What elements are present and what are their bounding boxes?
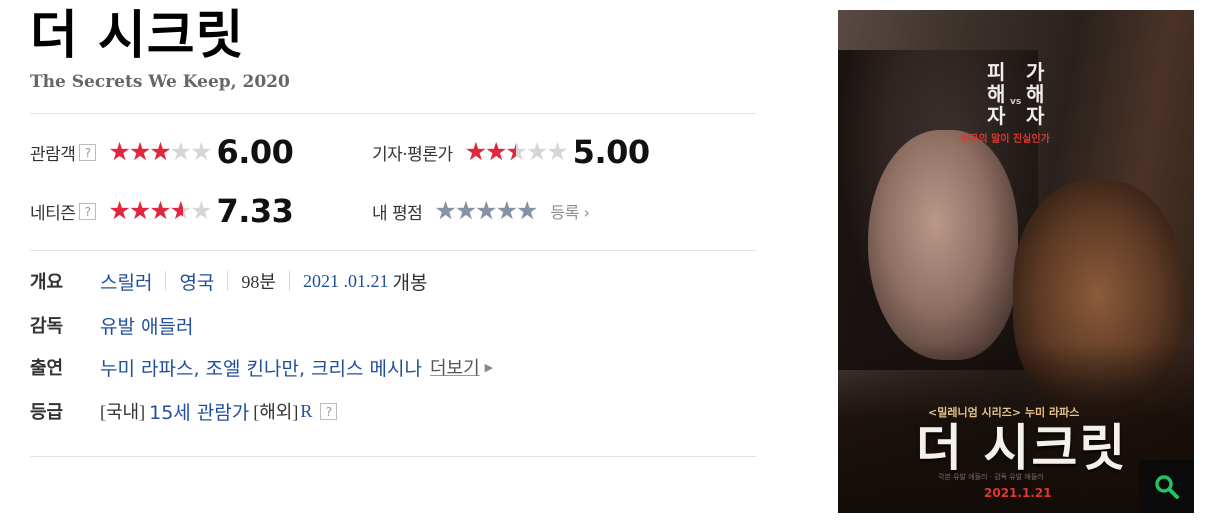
magnifier-icon bbox=[1155, 475, 1179, 499]
critics-label: 기자·평론가 bbox=[372, 144, 453, 165]
foreign-prefix: [해외] bbox=[253, 402, 299, 422]
critics-score: 5.00 bbox=[572, 133, 650, 171]
divider bbox=[30, 456, 756, 457]
director-link[interactable]: 유발 애들러 bbox=[100, 312, 193, 339]
overview-row: 개요 스릴러 영국 98분 2021 .01.21 개봉 bbox=[30, 266, 427, 296]
triangle-right-icon: ▶ bbox=[484, 360, 494, 374]
director-label: 감독 bbox=[30, 316, 64, 337]
movie-title: 더 시크릿 bbox=[30, 6, 245, 66]
overview-label: 개요 bbox=[30, 272, 64, 293]
my-rating: 내 평점 ★★★★★ ★★★★★ 등록 › bbox=[372, 193, 590, 229]
release-suffix: 개봉 bbox=[392, 271, 428, 294]
poster-date: 2021.1.21 bbox=[984, 486, 1052, 500]
domestic-grade-link[interactable]: 15세 관람가 bbox=[149, 398, 249, 425]
movie-poster[interactable]: 피 해 자 vs 가 해 자 누구의 말이 진실인가 <밀레니엄 시리즈> 누미… bbox=[838, 10, 1194, 513]
foreign-grade-link[interactable]: R bbox=[300, 401, 312, 422]
poster-tag: 해 bbox=[1026, 82, 1045, 106]
divider bbox=[30, 250, 756, 251]
separator bbox=[288, 271, 290, 291]
grade-label: 등급 bbox=[30, 402, 64, 423]
poster-title: 더 시크릿 bbox=[916, 419, 1128, 477]
audience-label: 관람객 bbox=[30, 144, 76, 165]
netizen-label: 네티즌 bbox=[30, 203, 76, 224]
help-icon[interactable]: ? bbox=[79, 143, 97, 161]
poster-tagline: 누구의 말이 진실인가 bbox=[960, 134, 1050, 145]
cast-label: 출연 bbox=[30, 358, 64, 379]
help-icon[interactable]: ? bbox=[320, 402, 338, 420]
critics-stars: ★★★★★★★★★★ bbox=[464, 137, 569, 166]
chevron-right-icon: › bbox=[583, 203, 590, 222]
audience-score: 6.00 bbox=[216, 133, 294, 171]
poster-tag: 자 bbox=[1026, 104, 1045, 128]
poster-tag: 피 bbox=[987, 60, 1006, 84]
country-link[interactable]: 영국 bbox=[179, 268, 214, 295]
movie-subtitle: The Secrets We Keep, 2020 bbox=[30, 72, 290, 92]
cast-links[interactable]: 누미 라파스, 조엘 킨나만, 크리스 메시나 bbox=[100, 354, 422, 381]
grade-row: 등급 [국내] 15세 관람가 [해외] R ? bbox=[30, 396, 338, 426]
cast-row: 출연 누미 라파스, 조엘 킨나만, 크리스 메시나 더보기 ▶ bbox=[30, 352, 493, 382]
help-icon[interactable]: ? bbox=[79, 202, 97, 220]
audience-stars: ★★★★★★★★★★ bbox=[108, 137, 212, 166]
release-date-link[interactable]: 2021 .01.21 bbox=[303, 271, 389, 292]
genre-link[interactable]: 스릴러 bbox=[100, 268, 152, 295]
my-rating-label: 내 평점 bbox=[372, 203, 423, 224]
domestic-prefix: [국내] bbox=[100, 402, 146, 422]
divider bbox=[30, 113, 756, 114]
poster-tag: 해 bbox=[987, 82, 1006, 106]
my-rating-stars[interactable]: ★★★★★ ★★★★★ bbox=[434, 198, 538, 224]
poster-credits: 각본 유발 애들러 · 감독 유발 애들러 bbox=[938, 473, 1044, 481]
netizen-score: 7.33 bbox=[216, 192, 294, 230]
poster-tag: 가 bbox=[1026, 60, 1045, 84]
zoom-button[interactable] bbox=[1139, 460, 1194, 513]
more-cast-link[interactable]: 더보기 bbox=[430, 354, 480, 380]
poster-tag-vs: vs bbox=[1010, 97, 1022, 107]
poster-tag: 자 bbox=[987, 104, 1006, 128]
runtime: 98분 bbox=[241, 272, 276, 292]
enroll-rating-button[interactable]: 등록 › bbox=[550, 199, 589, 223]
director-row: 감독 유발 애들러 bbox=[30, 310, 193, 340]
separator bbox=[227, 271, 229, 291]
netizen-rating: 네티즌 ? ★★★★★★★★★★ 7.33 bbox=[30, 192, 294, 230]
separator bbox=[165, 271, 167, 291]
audience-rating: 관람객 ? ★★★★★★★★★★ 6.00 bbox=[30, 133, 294, 171]
netizen-stars: ★★★★★★★★★★ bbox=[108, 196, 212, 225]
critics-rating: 기자·평론가 ★★★★★★★★★★ 5.00 bbox=[372, 133, 650, 171]
